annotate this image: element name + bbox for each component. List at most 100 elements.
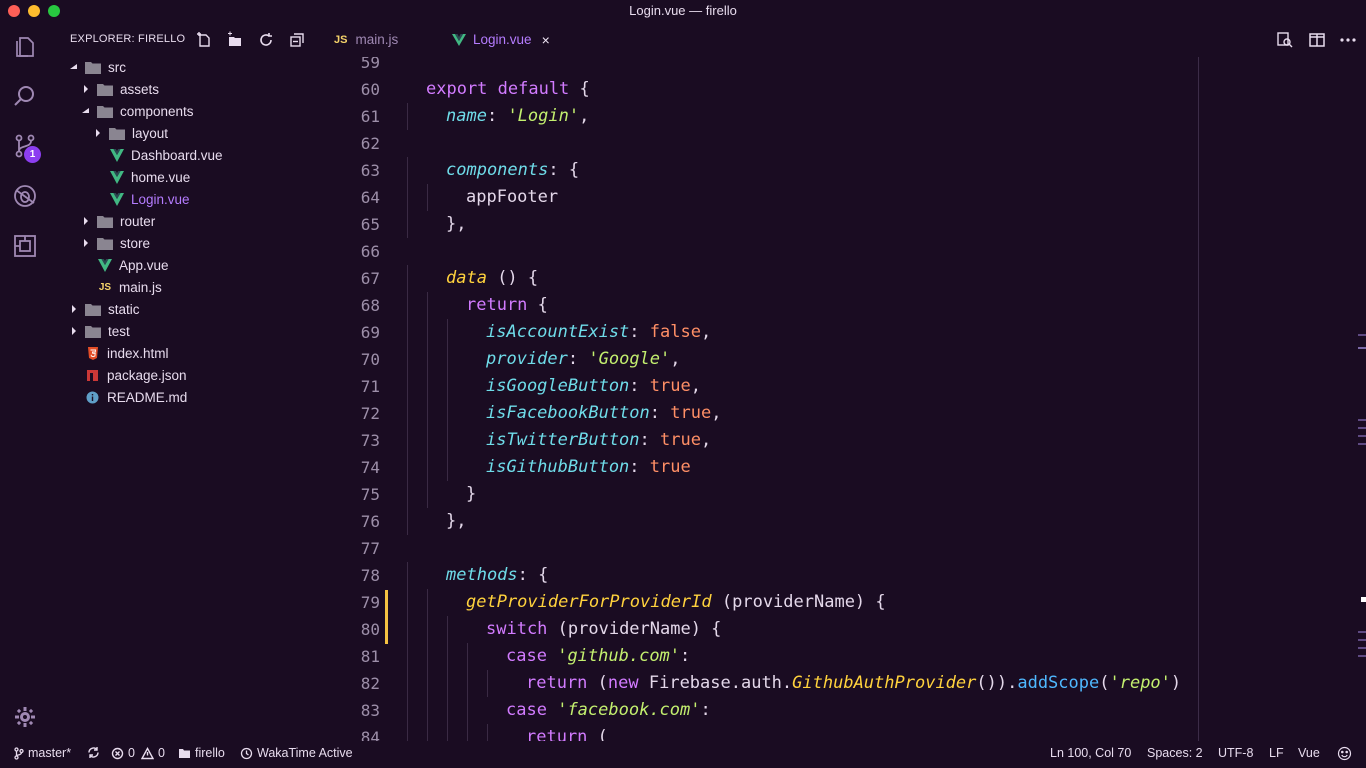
- indent-guide: [427, 724, 428, 741]
- line-number: 61: [360, 107, 380, 126]
- tree-item-label: store: [120, 235, 151, 251]
- line-number: 73: [360, 431, 380, 450]
- tab-main-js[interactable]: JS main.js: [334, 22, 442, 57]
- language-mode[interactable]: Vue: [1298, 746, 1320, 760]
- folder-icon: [85, 61, 101, 74]
- branch-status[interactable]: master*: [14, 746, 71, 760]
- code-line: return {: [466, 295, 548, 315]
- folder-label: firello: [195, 746, 225, 760]
- refresh-icon[interactable]: [257, 31, 275, 49]
- line-number: 70: [360, 350, 380, 369]
- indent-guide: [427, 697, 428, 724]
- tree-folder[interactable]: src: [50, 56, 318, 78]
- code-line: isGoogleButton: true,: [486, 376, 701, 396]
- js-file-icon: JS: [98, 281, 112, 293]
- problems-status[interactable]: 0 0: [111, 746, 165, 760]
- tree-file[interactable]: home.vue: [50, 166, 318, 188]
- indent-guide: [407, 589, 408, 616]
- folder-icon: [85, 325, 101, 338]
- end-of-line[interactable]: LF: [1269, 746, 1284, 760]
- workspace-folder[interactable]: firello: [178, 746, 225, 760]
- tree-file[interactable]: Login.vue: [50, 188, 318, 210]
- line-number: 75: [360, 485, 380, 504]
- editor-ruler: [1198, 57, 1199, 741]
- indent-guide: [427, 616, 428, 643]
- folder-icon: [97, 215, 113, 228]
- code-line: },: [446, 511, 467, 531]
- code-line: }: [466, 484, 477, 504]
- search-icon[interactable]: [11, 82, 39, 110]
- tree-file[interactable]: App.vue: [50, 254, 318, 276]
- new-file-icon[interactable]: [195, 31, 213, 49]
- tree-item-label: home.vue: [131, 169, 191, 185]
- tree-file[interactable]: JS main.js: [50, 276, 318, 298]
- indent-guide: [427, 346, 428, 373]
- tree-item-label: components: [120, 103, 194, 119]
- explorer-sidebar: EXPLORER: FIRELLO src assets components lay…: [50, 22, 318, 741]
- chevron-down-icon: [70, 64, 77, 69]
- new-folder-icon[interactable]: [226, 31, 244, 49]
- folder-icon: [97, 83, 113, 96]
- more-actions-icon[interactable]: [1339, 31, 1357, 49]
- line-number: 84: [360, 728, 380, 741]
- tree-folder[interactable]: layout: [50, 122, 318, 144]
- sync-icon[interactable]: [87, 746, 104, 759]
- indent-guide: [407, 697, 408, 724]
- tree-item-label: assets: [120, 81, 160, 97]
- warning-count: 0: [157, 746, 165, 760]
- code-line: return (new Firebase.auth.GithubAuthProv…: [526, 673, 1182, 693]
- collapse-all-icon[interactable]: [288, 31, 306, 49]
- code-line: isTwitterButton: true,: [486, 430, 712, 450]
- tree-folder[interactable]: assets: [50, 78, 318, 100]
- tree-file[interactable]: index.html: [50, 342, 318, 364]
- indentation[interactable]: Spaces: 2: [1147, 746, 1203, 760]
- line-number: 69: [360, 323, 380, 342]
- line-number: 60: [360, 80, 380, 99]
- folder-icon: [179, 749, 190, 758]
- wakatime-label: WakaTime Active: [257, 746, 353, 760]
- tree-folder[interactable]: test: [50, 320, 318, 342]
- explorer-icon[interactable]: [11, 32, 39, 60]
- line-number: 65: [360, 215, 380, 234]
- tree-item-label: test: [108, 323, 130, 339]
- split-editor-icon[interactable]: [1308, 31, 1326, 49]
- settings-gear-icon[interactable]: [11, 703, 39, 731]
- scm-badge: 1: [24, 146, 41, 163]
- wakatime-status[interactable]: WakaTime Active: [240, 746, 353, 760]
- tab-login-vue[interactable]: Login.vue ×: [452, 22, 567, 57]
- tree-item-label: App.vue: [119, 257, 169, 273]
- tree-folder[interactable]: components: [50, 100, 318, 122]
- line-number: 63: [360, 161, 380, 180]
- line-number: 74: [360, 458, 380, 477]
- open-changes-icon[interactable]: [1276, 31, 1294, 49]
- tree-file[interactable]: Dashboard.vue: [50, 144, 318, 166]
- tree-folder[interactable]: static: [50, 298, 318, 320]
- extensions-icon[interactable]: [11, 232, 39, 260]
- line-number: 72: [360, 404, 380, 423]
- indent-guide: [407, 508, 408, 535]
- vue-icon: [452, 33, 466, 46]
- error-icon: [111, 747, 124, 759]
- indent-guide: [427, 184, 428, 211]
- encoding[interactable]: UTF-8: [1218, 746, 1253, 760]
- indent-guide: [447, 616, 448, 643]
- indent-guide: [407, 427, 408, 454]
- debug-icon[interactable]: [11, 182, 39, 210]
- tree-folder[interactable]: store: [50, 232, 318, 254]
- indent-guide: [427, 481, 428, 508]
- tree-file[interactable]: README.md: [50, 386, 318, 408]
- cursor-position[interactable]: Ln 100, Col 70: [1050, 746, 1131, 760]
- line-number: 80: [360, 620, 380, 639]
- code-editor[interactable]: 59 60 export default {61 name: 'Login', 62 63…: [318, 57, 1366, 741]
- indent-guide: [447, 427, 448, 454]
- status-bar: master* 0 0 firello WakaTime Active Ln 1…: [0, 741, 1366, 768]
- indent-guide: [447, 724, 448, 741]
- close-tab-button[interactable]: ×: [542, 32, 550, 48]
- vue-icon: [110, 170, 124, 184]
- indent-guide: [447, 400, 448, 427]
- smiley-feedback-icon[interactable]: [1337, 746, 1356, 761]
- tree-folder[interactable]: router: [50, 210, 318, 232]
- code-line: switch (providerName) {: [486, 619, 722, 639]
- chevron-down-icon: [82, 108, 89, 113]
- tree-file[interactable]: package.json: [50, 364, 318, 386]
